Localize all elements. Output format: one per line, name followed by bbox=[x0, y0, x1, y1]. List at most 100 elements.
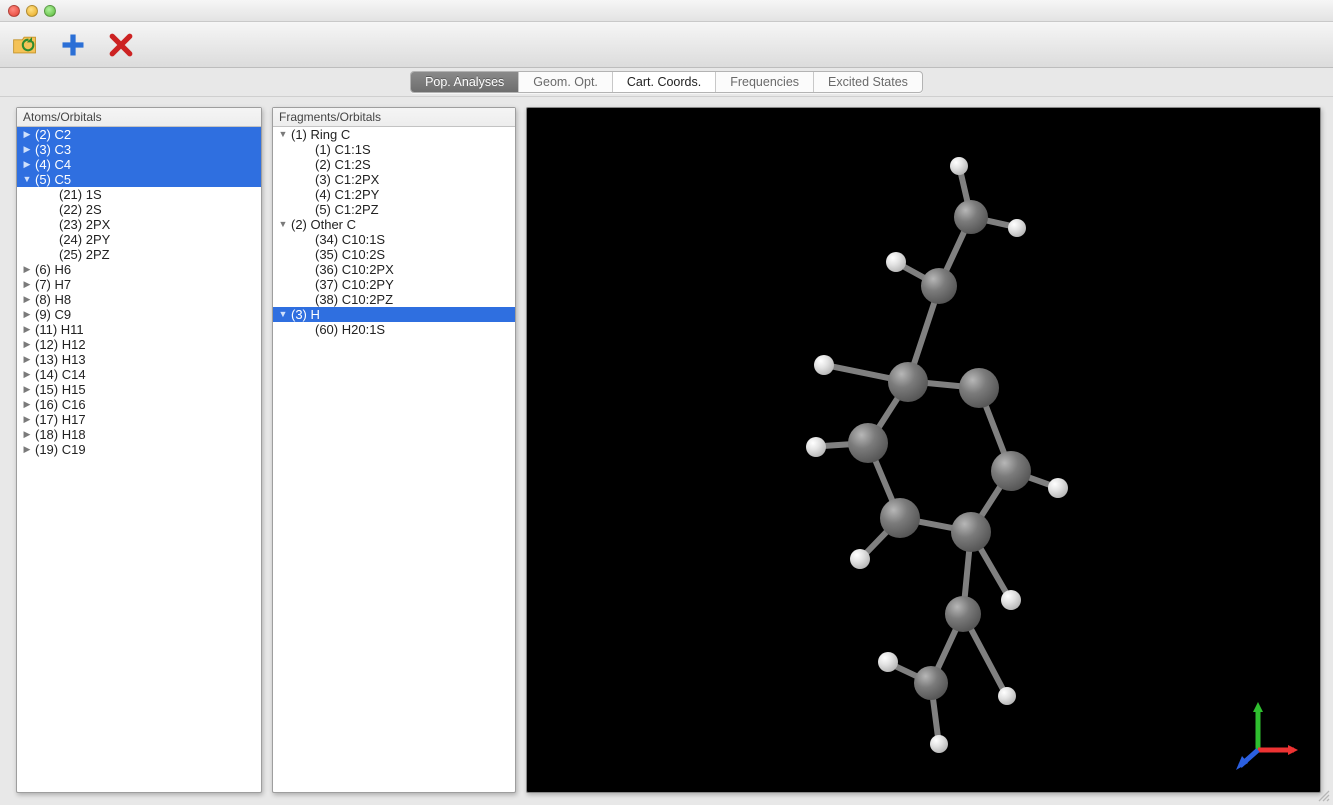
tree-row-label: (18) H18 bbox=[33, 427, 86, 442]
close-window-button[interactable] bbox=[8, 5, 20, 17]
tree-row-label: (4) C1:2PY bbox=[313, 187, 379, 202]
tree-row[interactable]: ▶(13) H13 bbox=[17, 352, 261, 367]
tree-row-label: (5) C5 bbox=[33, 172, 71, 187]
tree-row[interactable]: (5) C1:2PZ bbox=[273, 202, 515, 217]
disclosure-closed-icon[interactable]: ▶ bbox=[21, 127, 33, 142]
disclosure-closed-icon[interactable]: ▶ bbox=[21, 412, 33, 427]
disclosure-open-icon[interactable]: ▼ bbox=[277, 217, 289, 232]
tree-row-label: (23) 2PX bbox=[57, 217, 110, 232]
tree-row[interactable]: ▶(14) C14 bbox=[17, 367, 261, 382]
tree-row[interactable]: ▼(1) Ring C bbox=[273, 127, 515, 142]
disclosure-closed-icon[interactable]: ▶ bbox=[21, 322, 33, 337]
tree-row[interactable]: (34) C10:1S bbox=[273, 232, 515, 247]
tree-row-label: (16) C16 bbox=[33, 397, 86, 412]
tree-row-label: (2) Other C bbox=[289, 217, 356, 232]
tree-row[interactable]: ▶(9) C9 bbox=[17, 307, 261, 322]
tree-row-label: (13) H13 bbox=[33, 352, 86, 367]
tree-row-label: (4) C4 bbox=[33, 157, 71, 172]
disclosure-closed-icon[interactable]: ▶ bbox=[21, 262, 33, 277]
tree-row[interactable]: ▶(6) H6 bbox=[17, 262, 261, 277]
tab-cart-coords[interactable]: Cart. Coords. bbox=[613, 72, 716, 92]
tree-row[interactable]: ▼(2) Other C bbox=[273, 217, 515, 232]
tree-row[interactable]: (38) C10:2PZ bbox=[273, 292, 515, 307]
tab-excited-states[interactable]: Excited States bbox=[814, 72, 922, 92]
tree-row[interactable]: ▶(16) C16 bbox=[17, 397, 261, 412]
tree-row[interactable]: ▶(19) C19 bbox=[17, 442, 261, 457]
tree-row-label: (24) 2PY bbox=[57, 232, 110, 247]
tree-row-label: (14) C14 bbox=[33, 367, 86, 382]
tree-row-label: (9) C9 bbox=[33, 307, 71, 322]
tree-row[interactable]: (22) 2S bbox=[17, 202, 261, 217]
tree-row-label: (2) C2 bbox=[33, 127, 71, 142]
tree-row[interactable]: (2) C1:2S bbox=[273, 157, 515, 172]
disclosure-closed-icon[interactable]: ▶ bbox=[21, 442, 33, 457]
disclosure-closed-icon[interactable]: ▶ bbox=[21, 307, 33, 322]
disclosure-closed-icon[interactable]: ▶ bbox=[21, 427, 33, 442]
hydrogen-atom bbox=[850, 549, 870, 569]
tab-geom-opt[interactable]: Geom. Opt. bbox=[519, 72, 613, 92]
tree-row[interactable]: (4) C1:2PY bbox=[273, 187, 515, 202]
atoms-orbitals-tree[interactable]: ▶(2) C2▶(3) C3▶(4) C4▼(5) C5(21) 1S(22) … bbox=[17, 127, 261, 792]
tree-row[interactable]: ▶(7) H7 bbox=[17, 277, 261, 292]
disclosure-closed-icon[interactable]: ▶ bbox=[21, 277, 33, 292]
tab-pop-analyses[interactable]: Pop. Analyses bbox=[411, 72, 519, 92]
disclosure-closed-icon[interactable]: ▶ bbox=[21, 397, 33, 412]
tab-frequencies[interactable]: Frequencies bbox=[716, 72, 814, 92]
hydrogen-atom bbox=[1008, 219, 1026, 237]
tree-row[interactable]: (37) C10:2PY bbox=[273, 277, 515, 292]
disclosure-closed-icon[interactable]: ▶ bbox=[21, 382, 33, 397]
tree-row[interactable]: (35) C10:2S bbox=[273, 247, 515, 262]
tree-row[interactable]: (3) C1:2PX bbox=[273, 172, 515, 187]
content-area: Atoms/Orbitals ▶(2) C2▶(3) C3▶(4) C4▼(5)… bbox=[0, 97, 1333, 805]
tree-row-label: (17) H17 bbox=[33, 412, 86, 427]
tree-row-label: (7) H7 bbox=[33, 277, 71, 292]
remove-button[interactable] bbox=[106, 30, 136, 60]
minimize-window-button[interactable] bbox=[26, 5, 38, 17]
tree-row[interactable]: ▶(8) H8 bbox=[17, 292, 261, 307]
disclosure-closed-icon[interactable]: ▶ bbox=[21, 142, 33, 157]
tree-row[interactable]: (25) 2PZ bbox=[17, 247, 261, 262]
disclosure-open-icon[interactable]: ▼ bbox=[21, 172, 33, 187]
tree-row[interactable]: ▶(11) H11 bbox=[17, 322, 261, 337]
tree-row[interactable]: ▶(18) H18 bbox=[17, 427, 261, 442]
zoom-window-button[interactable] bbox=[44, 5, 56, 17]
window-resize-grip-icon[interactable] bbox=[1317, 789, 1331, 803]
disclosure-closed-icon[interactable]: ▶ bbox=[21, 337, 33, 352]
tree-row-label: (6) H6 bbox=[33, 262, 71, 277]
disclosure-open-icon[interactable]: ▼ bbox=[277, 307, 289, 322]
tree-row-label: (60) H20:1S bbox=[313, 322, 385, 337]
tree-row-label: (3) C3 bbox=[33, 142, 71, 157]
disclosure-closed-icon[interactable]: ▶ bbox=[21, 352, 33, 367]
tree-row-label: (3) C1:2PX bbox=[313, 172, 379, 187]
tree-row[interactable]: (23) 2PX bbox=[17, 217, 261, 232]
disclosure-closed-icon[interactable]: ▶ bbox=[21, 157, 33, 172]
tree-row[interactable]: (1) C1:1S bbox=[273, 142, 515, 157]
tree-row[interactable]: (36) C10:2PX bbox=[273, 262, 515, 277]
disclosure-open-icon[interactable]: ▼ bbox=[277, 127, 289, 142]
fragments-orbitals-tree[interactable]: ▼(1) Ring C(1) C1:1S(2) C1:2S(3) C1:2PX(… bbox=[273, 127, 515, 792]
tree-row[interactable]: ▶(3) C3 bbox=[17, 142, 261, 157]
tree-row[interactable]: ▶(15) H15 bbox=[17, 382, 261, 397]
molecule-3d-view[interactable] bbox=[526, 107, 1321, 793]
tree-row-label: (15) H15 bbox=[33, 382, 86, 397]
tree-row[interactable]: ▶(12) H12 bbox=[17, 337, 261, 352]
add-button[interactable] bbox=[58, 30, 88, 60]
tree-row[interactable]: ▶(2) C2 bbox=[17, 127, 261, 142]
tree-row[interactable]: ▶(4) C4 bbox=[17, 157, 261, 172]
fragments-orbitals-panel: Fragments/Orbitals ▼(1) Ring C(1) C1:1S(… bbox=[272, 107, 516, 793]
tree-row-label: (5) C1:2PZ bbox=[313, 202, 379, 217]
tree-row[interactable]: ▶(17) H17 bbox=[17, 412, 261, 427]
tree-row[interactable]: (21) 1S bbox=[17, 187, 261, 202]
disclosure-closed-icon[interactable]: ▶ bbox=[21, 367, 33, 382]
atoms-orbitals-panel: Atoms/Orbitals ▶(2) C2▶(3) C3▶(4) C4▼(5)… bbox=[16, 107, 262, 793]
main-toolbar bbox=[0, 22, 1333, 68]
tree-row[interactable]: (24) 2PY bbox=[17, 232, 261, 247]
tree-row[interactable]: ▼(5) C5 bbox=[17, 172, 261, 187]
tree-row[interactable]: (60) H20:1S bbox=[273, 322, 515, 337]
tree-row-label: (11) H11 bbox=[33, 322, 84, 337]
tree-row-label: (22) 2S bbox=[57, 202, 102, 217]
disclosure-closed-icon[interactable]: ▶ bbox=[21, 292, 33, 307]
tree-row[interactable]: ▼(3) H bbox=[273, 307, 515, 322]
hydrogen-atom bbox=[950, 157, 968, 175]
open-file-button[interactable] bbox=[10, 30, 40, 60]
